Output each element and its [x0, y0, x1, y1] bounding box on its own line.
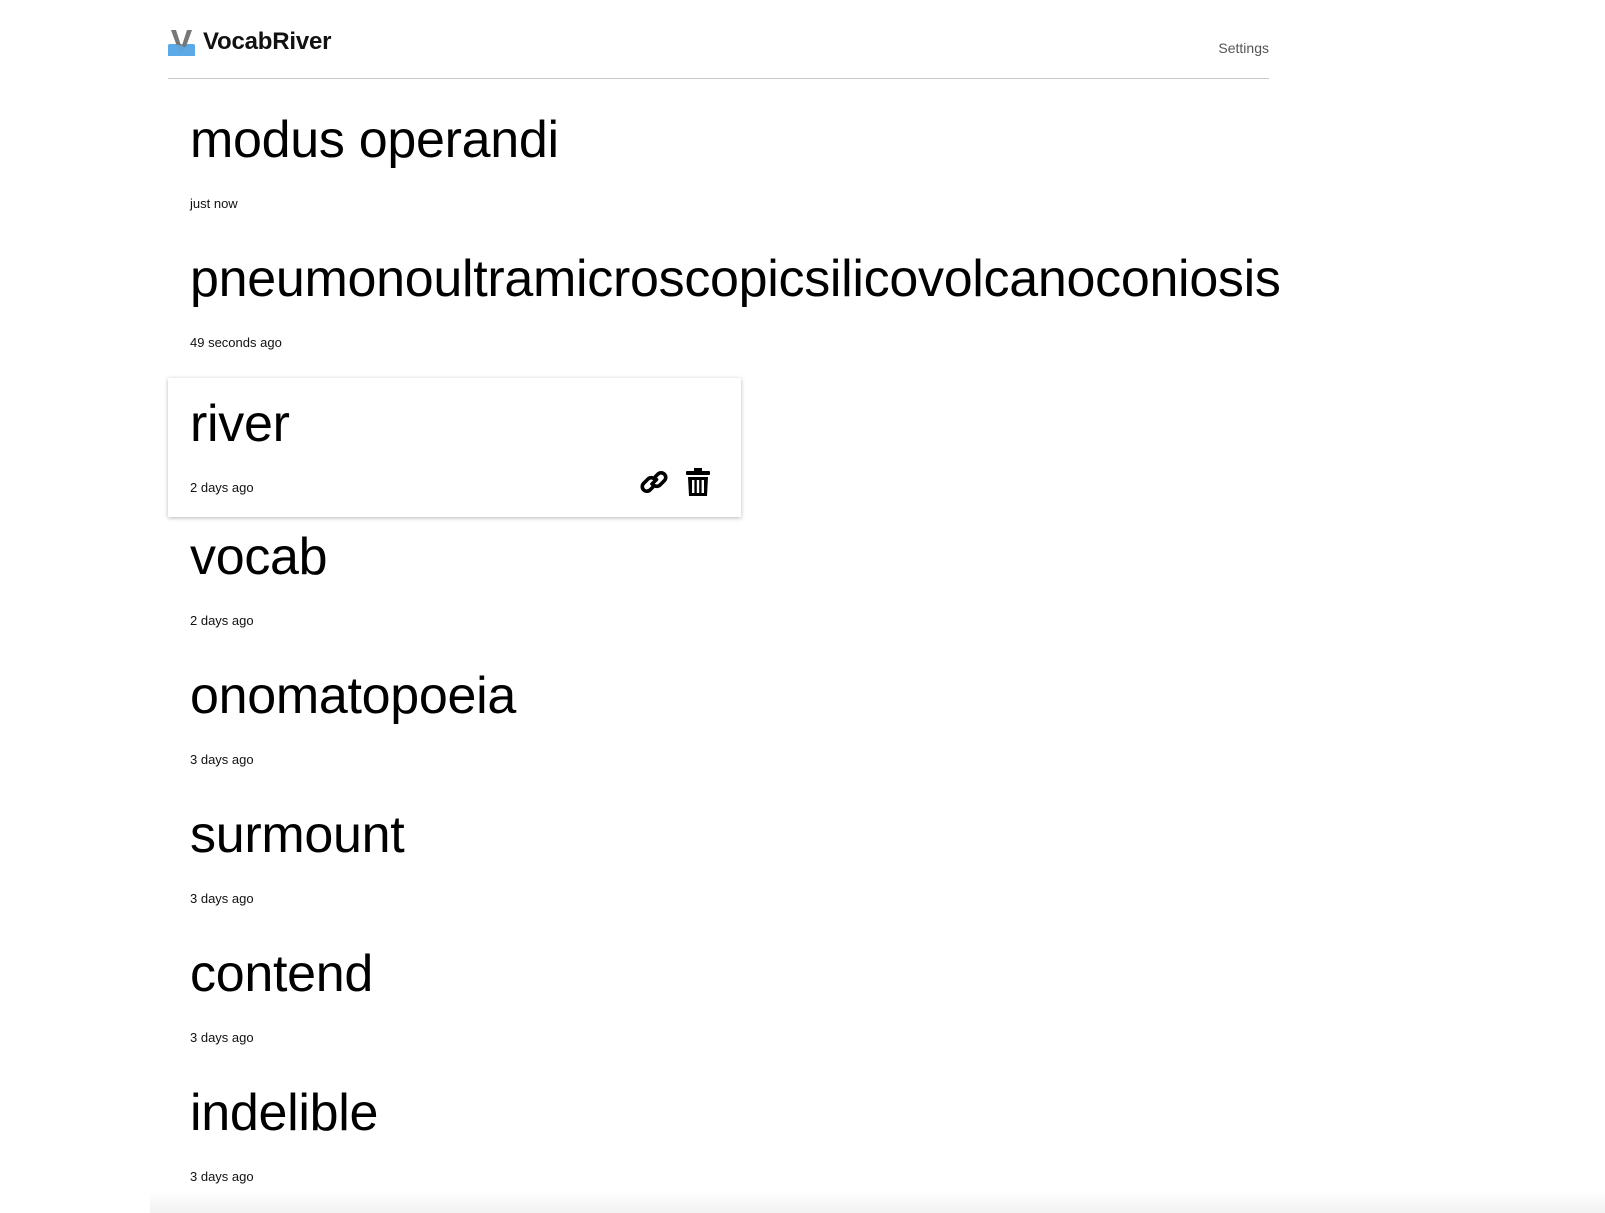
word-timestamp: 3 days ago [190, 752, 254, 767]
app-name: VocabRiver [203, 28, 332, 55]
word-item[interactable]: surmount 3 days ago [168, 795, 1269, 934]
word-item[interactable]: vocab 2 days ago [168, 517, 1269, 656]
word-timestamp: 49 seconds ago [190, 335, 282, 350]
trash-icon [686, 468, 710, 496]
scroll-fade [150, 1191, 1605, 1213]
app-logo-icon [168, 30, 195, 56]
word-term[interactable]: vocab [190, 531, 328, 583]
word-actions [639, 466, 713, 498]
delete-button[interactable] [683, 466, 713, 498]
word-item-hovered[interactable]: river 2 days ago [168, 378, 741, 517]
word-item[interactable]: onomatopoeia 3 days ago [168, 656, 1269, 795]
word-term[interactable]: onomatopoeia [190, 670, 516, 722]
word-timestamp: 3 days ago [190, 1169, 254, 1184]
word-item[interactable]: contend 3 days ago [168, 934, 1269, 1073]
word-term[interactable]: surmount [190, 809, 405, 861]
word-list: modus operandi just now pneumonoultramic… [168, 100, 1281, 1212]
word-timestamp: 2 days ago [190, 613, 254, 628]
word-item[interactable]: pneumonoultramicroscopicsilicovolcanocon… [168, 239, 1281, 378]
page: VocabRiver Settings modus operandi just … [0, 0, 1605, 1213]
word-timestamp: 2 days ago [190, 480, 254, 495]
brand[interactable]: VocabRiver [168, 28, 331, 56]
word-term[interactable]: contend [190, 948, 373, 1000]
word-timestamp: 3 days ago [190, 1030, 254, 1045]
word-timestamp: just now [190, 196, 238, 211]
settings-link[interactable]: Settings [1218, 40, 1269, 56]
word-term[interactable]: pneumonoultramicroscopicsilicovolcanocon… [190, 253, 1281, 305]
link-icon [640, 471, 668, 493]
word-term[interactable]: river [190, 398, 290, 450]
word-term[interactable]: modus operandi [190, 114, 559, 166]
word-item[interactable]: modus operandi just now [168, 100, 1269, 239]
word-term[interactable]: indelible [190, 1087, 378, 1139]
top-header: VocabRiver Settings [168, 0, 1269, 79]
copy-link-button[interactable] [639, 466, 669, 498]
word-timestamp: 3 days ago [190, 891, 254, 906]
